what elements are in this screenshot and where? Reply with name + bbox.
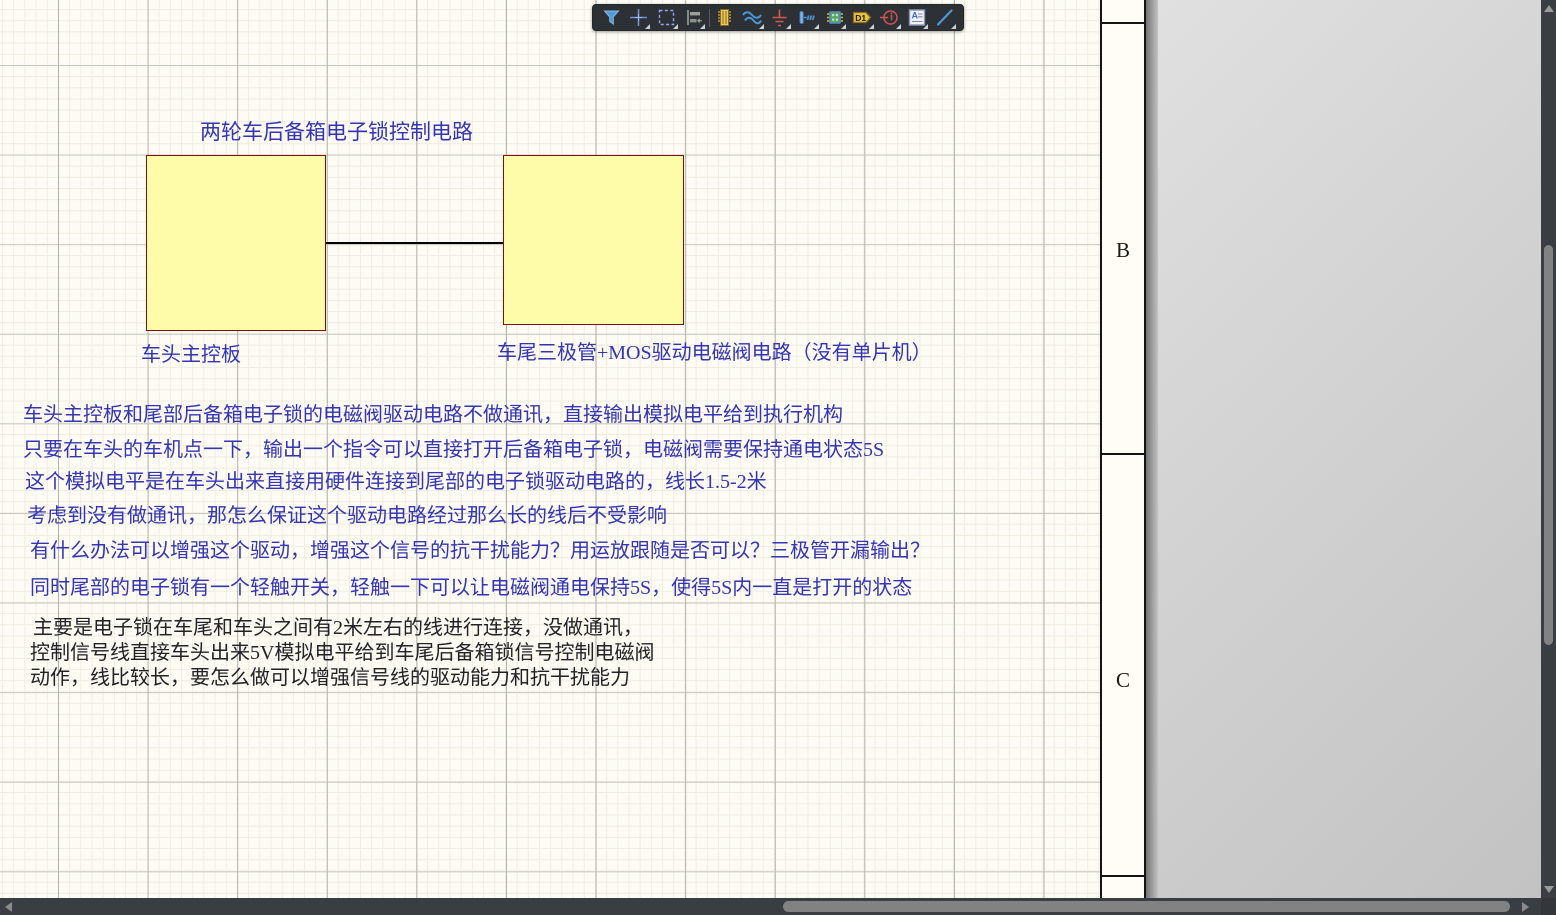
dropdown-arrow-icon bbox=[923, 24, 928, 29]
note-line[interactable]: 只要在车头的车机点一下，输出一个指令可以直接打开后备箱电子锁，电磁阀需要保持通电… bbox=[23, 433, 884, 462]
text-button[interactable]: A bbox=[904, 5, 929, 30]
connection-wire[interactable] bbox=[326, 242, 503, 244]
dropdown-arrow-icon bbox=[645, 24, 650, 29]
canvas-outside-area bbox=[1158, 0, 1541, 915]
line-button[interactable] bbox=[932, 5, 957, 30]
scrollbar-corner bbox=[1541, 898, 1556, 915]
dropdown-arrow-icon bbox=[673, 24, 678, 29]
sheet-edge-shadow bbox=[1146, 0, 1159, 915]
vertical-scrollbar-thumb[interactable] bbox=[1544, 245, 1553, 645]
module-button[interactable] bbox=[822, 5, 847, 30]
filter-icon bbox=[601, 7, 622, 28]
dropdown-arrow-icon bbox=[786, 24, 791, 29]
dropdown-arrow-icon bbox=[814, 24, 819, 29]
dropdown-arrow-icon bbox=[841, 24, 846, 29]
scroll-right-arrow-icon[interactable] bbox=[1522, 902, 1529, 912]
dropdown-arrow-icon bbox=[700, 24, 705, 29]
note-line[interactable]: 考虑到没有做通讯，那怎么保证这个驱动电路经过那么长的线后不受影响 bbox=[27, 499, 667, 528]
block-tail-label[interactable]: 车尾三极管+MOS驱动电磁阀电路（没有单片机） bbox=[497, 336, 932, 365]
schematic-editor: B C 两轮车后备箱电子锁控制电路 车头主控板 车尾三极管+MOS驱动电磁阀电路… bbox=[0, 0, 1556, 915]
component-chip-icon bbox=[714, 7, 735, 28]
scroll-down-arrow-icon[interactable] bbox=[1544, 886, 1554, 893]
scroll-left-arrow-icon[interactable] bbox=[5, 902, 12, 912]
vertical-scrollbar[interactable] bbox=[1541, 0, 1556, 915]
sheet-frame-strip: B C bbox=[1100, 0, 1146, 915]
no-connect-button[interactable] bbox=[877, 5, 902, 30]
diagram-title[interactable]: 两轮车后备箱电子锁控制电路 bbox=[200, 116, 473, 146]
wiring-toolbar: D1 A bbox=[592, 4, 964, 31]
filter-button[interactable] bbox=[599, 5, 624, 30]
block-tail-driver[interactable] bbox=[503, 155, 684, 325]
horizontal-scrollbar-thumb[interactable] bbox=[783, 901, 1510, 912]
align-button[interactable] bbox=[681, 5, 706, 30]
note-line[interactable]: 车头主控板和尾部后备箱电子锁的电磁阀驱动电路不做通讯，直接输出模拟电平给到执行机… bbox=[23, 398, 843, 427]
frame-divider bbox=[1102, 453, 1144, 455]
note-line[interactable]: 同时尾部的电子锁有一个轻触开关，轻触一下可以让电磁阀通电保持5S，使得5S内一直… bbox=[30, 571, 912, 600]
marquee-select-button[interactable] bbox=[654, 5, 679, 30]
dropdown-arrow-icon bbox=[896, 24, 901, 29]
note-line[interactable]: 这个模拟电平是在车头出来直接用硬件连接到尾部的电子锁驱动电路的，线长1.5-2米 bbox=[25, 465, 767, 494]
net-tag-text: D1 bbox=[855, 13, 866, 23]
frame-divider bbox=[1102, 875, 1144, 877]
place-component-button[interactable] bbox=[712, 5, 737, 30]
zone-label-b: B bbox=[1102, 238, 1144, 263]
zone-label-c: C bbox=[1102, 668, 1144, 693]
dropdown-arrow-icon bbox=[951, 24, 956, 29]
ground-button[interactable] bbox=[767, 5, 792, 30]
pin-button[interactable] bbox=[795, 5, 820, 30]
frame-divider bbox=[1102, 22, 1144, 24]
toolbar-separator bbox=[709, 9, 710, 27]
text-icon-letter: A bbox=[911, 11, 918, 21]
crosshair-button[interactable] bbox=[626, 5, 651, 30]
wire-button[interactable] bbox=[740, 5, 765, 30]
scroll-up-arrow-icon[interactable] bbox=[1544, 5, 1554, 12]
block-head-label[interactable]: 车头主控板 bbox=[141, 338, 241, 367]
dropdown-arrow-icon bbox=[869, 24, 874, 29]
dropdown-arrow-icon bbox=[759, 24, 764, 29]
note-line-dark[interactable]: 动作，线比较长，要怎么做可以增强信号线的驱动能力和抗干扰能力 bbox=[30, 661, 630, 690]
horizontal-scrollbar[interactable] bbox=[0, 898, 1541, 915]
note-line[interactable]: 有什么办法可以增强这个驱动，增强这个信号的抗干扰能力？用运放跟随是否可以？三极管… bbox=[30, 534, 930, 563]
net-tag-button[interactable]: D1 bbox=[850, 5, 875, 30]
block-head-controller[interactable] bbox=[146, 155, 326, 331]
